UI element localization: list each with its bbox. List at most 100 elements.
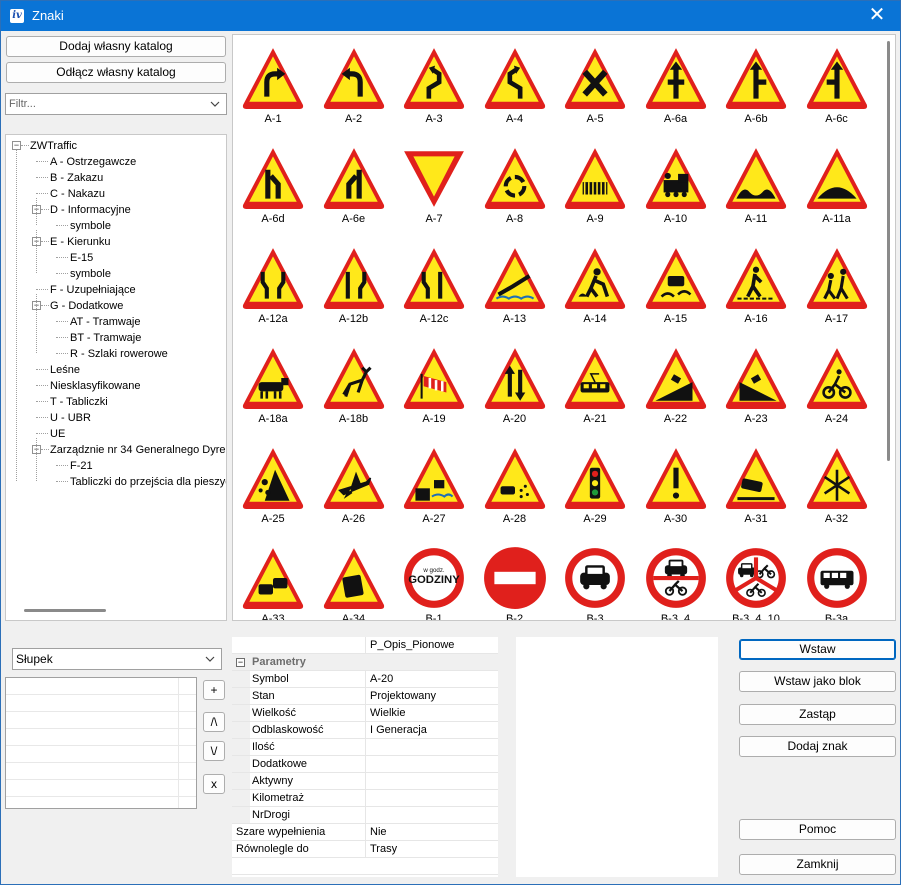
sign-tile[interactable]: A-6b: [716, 40, 796, 140]
filter-combo[interactable]: Filtr...: [5, 93, 227, 115]
tree-node[interactable]: Tabliczki do przejścia dla pieszyc: [70, 475, 226, 489]
sign-tile[interactable]: A-11: [716, 140, 796, 240]
sign-tile[interactable]: A-6c: [797, 40, 877, 140]
property-row[interactable]: Symbol A-20: [232, 671, 498, 688]
sign-tile[interactable]: A-29: [555, 440, 635, 540]
tree-node[interactable]: AT - Tramwaje: [70, 315, 141, 329]
sign-tile[interactable]: A-6a: [636, 40, 716, 140]
sign-tile[interactable]: A-7: [394, 140, 474, 240]
catalog-tree[interactable]: − ZWTraffic A - Ostrzegawcze B - Zakazu C - …: [5, 134, 227, 621]
sign-tile[interactable]: A-28: [475, 440, 555, 540]
move-down-button[interactable]: \/: [203, 741, 225, 761]
property-row[interactable]: Stan Projektowany: [232, 688, 498, 705]
sign-tile[interactable]: B-3_4: [636, 540, 716, 620]
post-type-combo[interactable]: Słupek: [12, 648, 222, 670]
sign-tile[interactable]: A-4: [475, 40, 555, 140]
list-row[interactable]: [6, 695, 196, 712]
tree-node[interactable]: symbole: [70, 219, 111, 233]
property-value[interactable]: Wielkie: [370, 705, 405, 721]
sign-tile[interactable]: A-3: [394, 40, 474, 140]
property-header-row[interactable]: P_Opis_Pionowe: [232, 637, 498, 654]
add-sign-button[interactable]: Dodaj znak: [739, 736, 896, 757]
tree-node[interactable]: F-21: [70, 459, 93, 473]
sign-tile[interactable]: A-12c: [394, 240, 474, 340]
sign-tile[interactable]: A-18a: [233, 340, 313, 440]
sign-tile[interactable]: A-20: [475, 340, 555, 440]
property-row[interactable]: Wielkość Wielkie: [232, 705, 498, 722]
sign-tile[interactable]: A-6e: [314, 140, 394, 240]
post-elements-list[interactable]: [5, 677, 197, 809]
grid-vertical-scrollbar[interactable]: [887, 41, 890, 461]
tree-node[interactable]: ZWTraffic: [30, 139, 77, 153]
sign-tile[interactable]: A-32: [797, 440, 877, 540]
property-row[interactable]: Równolegle do Trasy: [232, 841, 498, 858]
tree-node[interactable]: R - Szlaki rowerowe: [70, 347, 168, 361]
sign-tile[interactable]: A-1: [233, 40, 313, 140]
property-value[interactable]: I Generacja: [370, 722, 427, 738]
property-value[interactable]: P_Opis_Pionowe: [370, 637, 454, 653]
sign-tile[interactable]: A-25: [233, 440, 313, 540]
tree-node[interactable]: A - Ostrzegawcze: [50, 155, 136, 169]
sign-tile[interactable]: A-15: [636, 240, 716, 340]
sign-tile[interactable]: A-23: [716, 340, 796, 440]
sign-tile[interactable]: A-12a: [233, 240, 313, 340]
tree-node[interactable]: G - Dodatkowe: [50, 299, 123, 313]
property-value[interactable]: A-20: [370, 671, 393, 687]
properties-grid[interactable]: P_Opis_Pionowe Parametry − Symbol A-20 Stan Pr…: [232, 637, 498, 877]
property-row[interactable]: Aktywny: [232, 773, 498, 790]
property-row[interactable]: Odblaskowość I Generacja: [232, 722, 498, 739]
insert-button[interactable]: Wstaw: [739, 639, 896, 660]
tree-node[interactable]: U - UBR: [50, 411, 91, 425]
move-up-button[interactable]: /\: [203, 712, 225, 732]
sign-tile[interactable]: A-21: [555, 340, 635, 440]
tree-node[interactable]: B - Zakazu: [50, 171, 103, 185]
tree-expander[interactable]: −: [12, 141, 21, 150]
tree-node[interactable]: C - Nakazu: [50, 187, 105, 201]
sign-tile[interactable]: A-10: [636, 140, 716, 240]
property-row[interactable]: Dodatkowe: [232, 756, 498, 773]
tree-node[interactable]: T - Tabliczki: [50, 395, 108, 409]
property-category[interactable]: Parametry −: [232, 654, 498, 671]
property-value[interactable]: Projektowany: [370, 688, 436, 704]
tree-node[interactable]: D - Informacyjne: [50, 203, 131, 217]
tree-node[interactable]: F - Uzupełniające: [50, 283, 136, 297]
sign-tile[interactable]: A-12b: [314, 240, 394, 340]
tree-node[interactable]: E - Kierunku: [50, 235, 111, 249]
list-row[interactable]: [6, 678, 196, 695]
property-row[interactable]: Szare wypełnienia Nie: [232, 824, 498, 841]
sign-tile[interactable]: A-17: [797, 240, 877, 340]
sign-tile[interactable]: A-11a: [797, 140, 877, 240]
detach-catalog-button[interactable]: Odłącz własny katalog: [6, 62, 226, 83]
list-row[interactable]: [6, 712, 196, 729]
sign-tile[interactable]: A-19: [394, 340, 474, 440]
sign-tile[interactable]: A-14: [555, 240, 635, 340]
add-catalog-button[interactable]: Dodaj własny katalog: [6, 36, 226, 57]
sign-tile[interactable]: A-22: [636, 340, 716, 440]
tree-horizontal-scrollbar[interactable]: [24, 609, 106, 612]
sign-tile[interactable]: A-27: [394, 440, 474, 540]
sign-tile[interactable]: A-8: [475, 140, 555, 240]
tree-node[interactable]: symbole: [70, 267, 111, 281]
sign-tile[interactable]: w godz. GODZINY B-1: [394, 540, 474, 620]
property-value[interactable]: Nie: [370, 824, 387, 840]
help-button[interactable]: Pomoc: [739, 819, 896, 840]
list-row[interactable]: [6, 746, 196, 763]
property-row[interactable]: [232, 858, 498, 875]
sign-tile[interactable]: B-3_4_10: [716, 540, 796, 620]
list-row[interactable]: [6, 729, 196, 746]
sign-tile[interactable]: B-3a: [797, 540, 877, 620]
sign-tile[interactable]: A-30: [636, 440, 716, 540]
tree-node[interactable]: Niesklasyfikowane: [50, 379, 140, 393]
sign-tile[interactable]: A-2: [314, 40, 394, 140]
tree-node[interactable]: E-15: [70, 251, 93, 265]
list-row[interactable]: [6, 780, 196, 797]
sign-tile[interactable]: A-16: [716, 240, 796, 340]
collapse-toggle[interactable]: −: [236, 658, 245, 667]
property-value[interactable]: Trasy: [370, 841, 397, 857]
tree-node[interactable]: Zarządznie nr 34 Generalnego Dyrekt: [50, 443, 226, 457]
sign-tile[interactable]: A-18b: [314, 340, 394, 440]
replace-button[interactable]: Zastąp: [739, 704, 896, 725]
sign-tile[interactable]: B-3: [555, 540, 635, 620]
property-row[interactable]: Ilość: [232, 739, 498, 756]
list-row[interactable]: [6, 763, 196, 780]
